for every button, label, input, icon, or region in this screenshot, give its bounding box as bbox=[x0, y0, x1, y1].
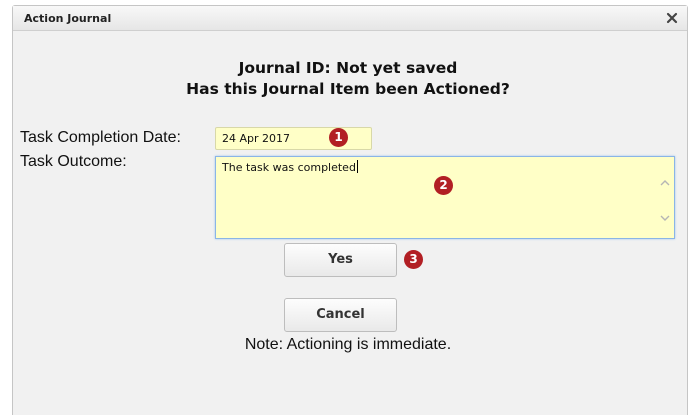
task-outcome-text: The task was completed bbox=[222, 161, 356, 174]
callout-badge-3: 3 bbox=[404, 250, 423, 269]
task-outcome-field[interactable]: The task was completed bbox=[215, 156, 675, 239]
close-icon[interactable] bbox=[664, 10, 680, 26]
dialog-titlebar[interactable]: Action Journal bbox=[13, 6, 687, 31]
dialog-title: Action Journal bbox=[24, 12, 112, 25]
text-caret bbox=[356, 160, 358, 173]
yes-button[interactable]: Yes bbox=[284, 243, 397, 277]
completion-date-field[interactable] bbox=[215, 127, 372, 150]
scroll-down-icon[interactable] bbox=[659, 211, 671, 223]
scroll-up-icon[interactable] bbox=[659, 176, 671, 188]
callout-badge-1: 1 bbox=[329, 128, 348, 147]
completion-date-label: Task Completion Date: bbox=[20, 129, 181, 146]
actioned-question-heading: Has this Journal Item been Actioned? bbox=[186, 80, 510, 98]
callout-badge-2: 2 bbox=[434, 176, 453, 195]
actioning-note: Note: Actioning is immediate. bbox=[244, 336, 452, 353]
journal-id-heading: Journal ID: Not yet saved bbox=[238, 59, 458, 77]
task-outcome-value: The task was completed bbox=[222, 160, 358, 174]
cancel-button[interactable]: Cancel bbox=[284, 298, 397, 332]
task-outcome-label: Task Outcome: bbox=[20, 153, 127, 170]
